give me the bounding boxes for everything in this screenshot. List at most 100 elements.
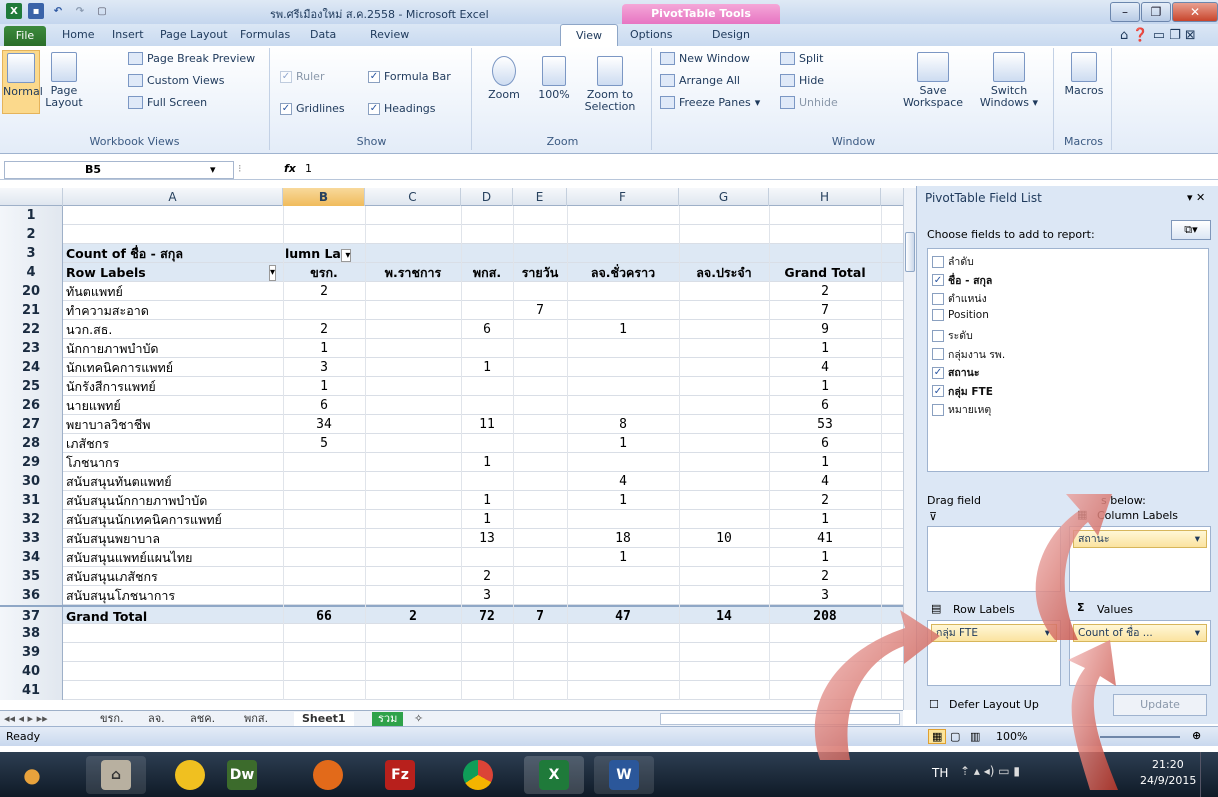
column-header-e[interactable]: E [513,188,567,206]
value-cell[interactable]: 2 [283,320,365,339]
pivot-title-cell[interactable]: Count of ชื่อ - สกุล [66,244,280,263]
tab-options[interactable]: Options [630,28,672,41]
tab-review[interactable]: Review [370,28,409,41]
show-desktop-button[interactable] [1200,752,1218,797]
value-cell[interactable]: 7 [769,301,881,320]
value-cell[interactable]: 1 [461,491,513,510]
value-cell[interactable]: 1 [769,548,881,567]
column-header-cell[interactable]: ลจ.ประจำ [679,263,769,282]
value-cell[interactable]: 3 [461,586,513,605]
field-item[interactable]: ลำดับ [932,253,974,270]
maximize-button[interactable]: ❐ [1141,2,1171,22]
taskbar-app-pacman[interactable] [160,756,220,794]
row-number[interactable]: 35 [0,567,63,586]
tab-view[interactable]: View [560,24,618,46]
row-labels-area[interactable]: กลุ่ม FTE ▾ [927,620,1061,686]
custom-views-button[interactable]: Custom Views [128,74,224,87]
value-cell[interactable]: 53 [769,415,881,434]
row-number[interactable]: 21 [0,301,63,320]
field-item[interactable]: ✓ ชื่อ - สกุล [932,272,992,289]
field-checkbox[interactable] [932,348,944,360]
column-header-b[interactable]: B [283,188,365,206]
tab-insert[interactable]: Insert [112,28,144,41]
row-label-cell[interactable]: สนับสนุนนักเทคนิคการแพทย์ [66,510,280,529]
value-cell[interactable]: 3 [283,358,365,377]
field-item[interactable]: ✓ กลุ่ม FTE [932,383,993,400]
zoom-slider[interactable] [1100,736,1180,738]
value-cell[interactable]: 41 [769,529,881,548]
row-number[interactable]: 30 [0,472,63,491]
column-header-cell[interactable]: ขรก. [283,263,365,282]
value-cell[interactable]: 3 [769,586,881,605]
column-header-c[interactable]: C [365,188,461,206]
column-header-g[interactable]: G [679,188,769,206]
column-filter-icon[interactable]: ▾ [340,249,352,262]
normal-view-status-icon[interactable]: ▦ [928,729,947,744]
value-cell[interactable]: 4 [567,472,679,491]
column-header-cell[interactable]: พ.ราชการ [365,263,461,282]
tab-formulas[interactable]: Formulas [240,28,290,41]
taskbar-app-filezilla[interactable]: Fz [370,756,430,794]
value-cell[interactable]: 1 [567,548,679,567]
pane-close-icon[interactable]: ▾ ✕ [1187,191,1205,204]
row-label-cell[interactable]: พยาบาลวิชาชีพ [66,415,280,434]
value-cell[interactable]: 1 [769,510,881,529]
row-number[interactable]: 39 [0,643,63,662]
taskbar-app-dreamweaver[interactable]: Dw [212,756,272,794]
row-number[interactable]: 3 [0,244,63,263]
gridlines-checkbox[interactable]: ✓ Gridlines [280,102,345,115]
new-file-icon[interactable]: ▢ [94,3,110,19]
page-break-status-icon[interactable]: ▥ [970,730,980,743]
vertical-scrollbar[interactable] [903,188,916,710]
layout-options-icon[interactable]: ⧉▾ [1171,220,1211,240]
minimize-button[interactable]: – [1110,2,1140,22]
ruler-checkbox[interactable]: ✓ Ruler [280,70,324,83]
zoom-level[interactable]: 100% [996,730,1027,743]
name-box-dropdown-icon[interactable]: ▾ [210,163,216,176]
hide-button[interactable]: Hide [780,74,824,87]
row-label-cell[interactable]: สนับสนุนทันตแพทย์ [66,472,280,491]
sheet-tab-active[interactable]: Sheet1 [294,712,354,726]
value-cell[interactable]: 5 [283,434,365,453]
new-window-button[interactable]: New Window [660,52,750,65]
column-header-cell[interactable]: พกส. [461,263,513,282]
row-number[interactable]: 40 [0,662,63,681]
worksheet-grid[interactable]: 1 2 3 Count of ชื่อ - สกุล lumn La ▾ 4 Row Lab… [0,206,903,710]
row-label-cell[interactable]: สนับสนุนเภสัชกร [66,567,280,586]
sheet-nav-arrows[interactable]: ◂◂ ◂ ▸ ▸▸ [4,712,48,726]
column-header-cell[interactable]: Grand Total [769,263,881,282]
row-number[interactable]: 29 [0,453,63,472]
zoom-100-button[interactable]: 100% [534,56,574,101]
taskbar-app-word[interactable]: W [594,756,654,794]
row-number[interactable]: 27 [0,415,63,434]
tab-file[interactable]: File [4,26,46,46]
select-all-corner[interactable] [0,188,63,206]
field-item[interactable]: Position [932,308,989,321]
column-header-a[interactable]: A [63,188,283,206]
sheet-tab-4[interactable]: พกส. [244,712,268,726]
unhide-button[interactable]: Unhide [780,96,838,109]
normal-view-button[interactable]: Normal [2,50,43,114]
value-cell[interactable]: 1 [461,453,513,472]
value-cell[interactable]: 11 [461,415,513,434]
sheet-tab-2[interactable]: ลจ. [148,712,165,726]
field-item[interactable]: ✓ สถานะ [932,364,979,381]
name-box[interactable]: B5 [4,161,234,179]
row-number[interactable]: 41 [0,681,63,700]
row-label-cell[interactable]: สนับสนุนพยาบาล [66,529,280,548]
save-icon[interactable]: ▪ [28,3,44,19]
row-filter-icon[interactable]: ▾ [268,265,276,281]
row-label-cell[interactable]: นักรังสีการแพทย์ [66,377,280,396]
tab-home[interactable]: Home [62,28,94,41]
insert-sheet-icon[interactable]: ✧ [414,712,423,726]
taskbar-app-library[interactable]: ⌂ [86,756,146,794]
field-checkbox[interactable]: ✓ [932,366,944,379]
value-cell[interactable]: 2 [461,567,513,586]
row-number[interactable]: 25 [0,377,63,396]
row-label-cell[interactable]: นักกายภาพบำบัด [66,339,280,358]
row-number[interactable]: 23 [0,339,63,358]
column-header-cell[interactable]: ลจ.ชั่วคราว [567,263,679,282]
language-indicator[interactable]: TH [932,766,948,780]
page-break-preview-button[interactable]: Page Break Preview [128,52,255,65]
value-cell[interactable]: 34 [283,415,365,434]
